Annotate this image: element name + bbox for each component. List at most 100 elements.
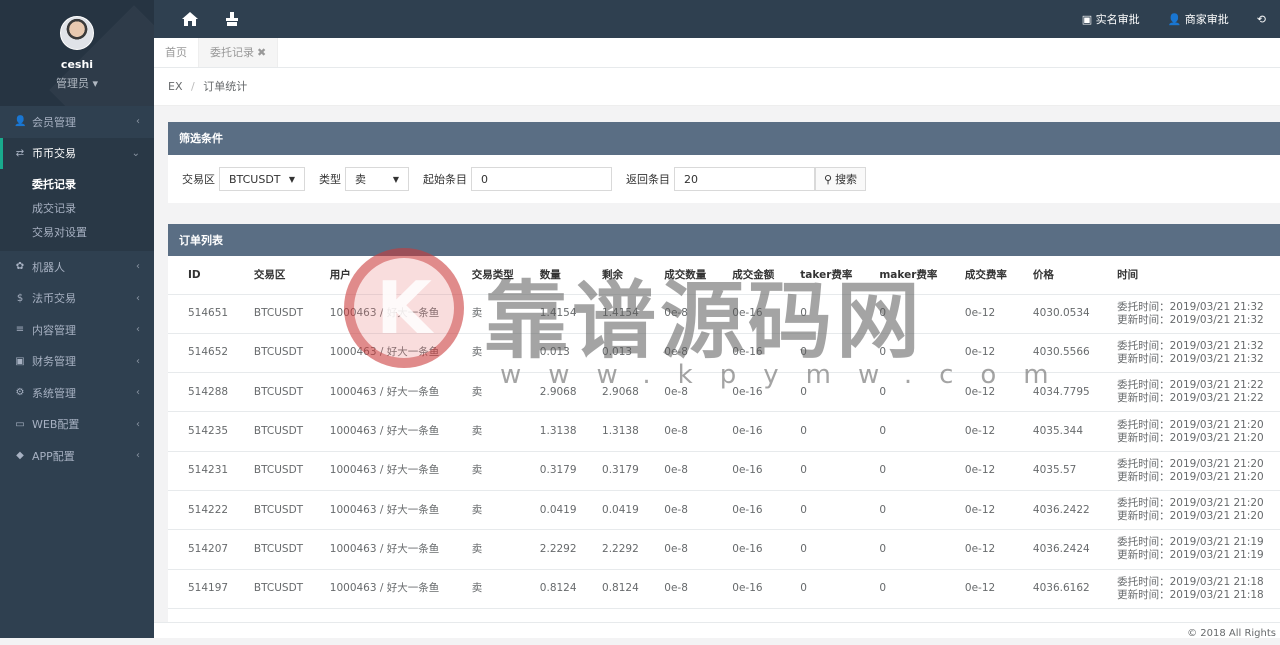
table-cell: 1000463 / 好大一条鱼	[310, 412, 452, 451]
table-row: 514288BTCUSDT1000463 / 好大一条鱼卖2.90682.906…	[168, 373, 1280, 412]
chevron-down-icon: ⌄	[132, 148, 140, 159]
sidebar-item-0[interactable]: 👤会员管理‹	[0, 106, 154, 138]
column-header: taker费率	[780, 256, 859, 294]
avatar[interactable]	[60, 16, 94, 50]
submenu-item[interactable]: 成交记录	[0, 197, 154, 221]
table-cell: 0	[780, 451, 859, 490]
sidebar-item-label: 内容管理	[32, 322, 76, 338]
sidebar-item-3[interactable]: $法币交易‹	[0, 283, 154, 315]
table-cell: 4036.2422	[1013, 490, 1097, 529]
sidebar-item-7[interactable]: ▭WEB配置‹	[0, 409, 154, 441]
table-cell: 0e-8	[644, 373, 712, 412]
tab-orders[interactable]: 委托记录✖	[199, 38, 278, 67]
table-cell: 0.013	[582, 333, 644, 372]
table-cell: 卖	[452, 569, 520, 608]
table-cell: 0	[780, 530, 859, 569]
laptop-icon: ▭	[14, 419, 26, 430]
market-select[interactable]: BTCUSDT▼	[219, 167, 305, 191]
column-header: maker费率	[859, 256, 945, 294]
table-cell: BTCUSDT	[234, 569, 310, 608]
sidebar-item-2[interactable]: ✿机器人‹	[0, 251, 154, 283]
table-cell: 0e-12	[945, 451, 1013, 490]
type-label: 类型	[319, 171, 341, 187]
table-cell: 1.3138	[582, 412, 644, 451]
column-header: 用户	[310, 256, 452, 294]
column-header: 成交数量	[644, 256, 712, 294]
table-cell: 0e-16	[712, 333, 780, 372]
column-header: 成交费率	[945, 256, 1013, 294]
user-icon: 👤	[14, 116, 26, 127]
table-cell: 1000463 / 好大一条鱼	[310, 294, 452, 333]
table-cell: 1000463 / 好大一条鱼	[310, 451, 452, 490]
sidebar-item-8[interactable]: ◆APP配置‹	[0, 440, 154, 472]
merchant-approval-link[interactable]: 👤 商家审批	[1168, 11, 1243, 27]
table-cell: 0.3179	[582, 451, 644, 490]
profile-role[interactable]: 管理员 ▾	[0, 75, 154, 91]
search-button[interactable]: ⚲搜索	[815, 167, 866, 191]
table-cell: 0e-16	[712, 490, 780, 529]
chevron-left-icon: ‹	[136, 324, 140, 335]
table-cell: 1.4154	[520, 294, 582, 333]
table-cell: 0e-12	[945, 333, 1013, 372]
update-time: 更新时间：2019/03/21 21:18	[1117, 589, 1280, 602]
table-cell: 0	[859, 530, 945, 569]
table-cell	[310, 608, 452, 622]
sidebar-item-6[interactable]: ⚙系统管理‹	[0, 377, 154, 409]
count-input-value: 20	[684, 173, 698, 186]
table-cell: 1000463 / 好大一条鱼	[310, 333, 452, 372]
table-cell	[520, 608, 582, 622]
table-row: 514651BTCUSDT1000463 / 好大一条鱼卖1.41541.415…	[168, 294, 1280, 333]
update-time: 更新时间：2019/03/21 21:20	[1117, 510, 1280, 523]
tab-home[interactable]: 首页	[154, 38, 199, 67]
table-cell: 0e-8	[644, 294, 712, 333]
close-icon[interactable]: ✖	[257, 46, 266, 59]
order-time: 委托时间：2019/03/21 21:22	[1117, 379, 1280, 392]
refresh-icon[interactable]: ⟲	[1257, 13, 1266, 26]
update-time: 更新时间：2019/03/21 21:20	[1117, 432, 1280, 445]
table-cell: 0e-12	[945, 490, 1013, 529]
sidebar-item-1[interactable]: ⇄币币交易⌄	[0, 138, 154, 170]
profile: ceshi 管理员 ▾	[0, 0, 154, 106]
paw-icon: ✿	[14, 261, 26, 272]
table-cell: 1000463 / 好大一条鱼	[310, 373, 452, 412]
clear-cache-icon[interactable]	[222, 9, 242, 29]
time-cell: 委托时间：2019/03/21 21:20更新时间：2019/03/21 21:…	[1097, 451, 1280, 490]
table-cell: BTCUSDT	[234, 412, 310, 451]
time-cell: 委托时间：2019/03/21 21:18更新时间：2019/03/21 21:…	[1097, 569, 1280, 608]
start-label: 起始条目	[423, 171, 467, 187]
table-header-row: ID交易区用户交易类型数量剩余成交数量成交金额taker费率maker费率成交费…	[168, 256, 1280, 294]
profile-name[interactable]: ceshi	[0, 58, 154, 71]
type-select[interactable]: 卖▼	[345, 167, 409, 191]
table-cell: 0.8124	[520, 569, 582, 608]
table-cell: 0e-8	[644, 530, 712, 569]
table-cell: 0	[780, 569, 859, 608]
table-cell: 0	[780, 294, 859, 333]
table-cell: 0	[859, 569, 945, 608]
table-cell	[780, 608, 859, 622]
table-cell: 0	[780, 333, 859, 372]
time-cell: 委托时间：2019/03/21 21:32更新时间：2019/03/21 21:…	[1097, 333, 1280, 372]
update-time: 更新时间：2019/03/21 21:32	[1117, 314, 1280, 327]
table-cell: 1.4154	[582, 294, 644, 333]
count-input[interactable]: 20	[674, 167, 815, 191]
table-cell: 4036.2424	[1013, 530, 1097, 569]
table-cell: 0e-16	[712, 569, 780, 608]
breadcrumb-separator: /	[191, 80, 195, 93]
submenu-item[interactable]: 委托记录	[0, 173, 154, 197]
realname-approval-link[interactable]: ▣ 实名审批	[1082, 11, 1154, 27]
order-time: 委托时间：2019/03/21 21:19	[1117, 536, 1280, 549]
table-cell: 0	[859, 294, 945, 333]
table-cell: 4035.344	[1013, 412, 1097, 451]
column-header: 剩余	[582, 256, 644, 294]
table-cell: 0e-8	[644, 490, 712, 529]
sidebar-item-5[interactable]: ▣财务管理‹	[0, 346, 154, 378]
table-cell: 0e-16	[712, 373, 780, 412]
home-icon[interactable]	[180, 9, 200, 29]
dollar-icon: $	[14, 293, 26, 304]
update-time: 更新时间：2019/03/21 21:20	[1117, 471, 1280, 484]
table-row: 514207BTCUSDT1000463 / 好大一条鱼卖2.22922.229…	[168, 530, 1280, 569]
breadcrumb-root[interactable]: EX	[168, 80, 183, 93]
submenu-item[interactable]: 交易对设置	[0, 221, 154, 245]
start-input[interactable]: 0	[471, 167, 612, 191]
sidebar-item-4[interactable]: ≡内容管理‹	[0, 314, 154, 346]
